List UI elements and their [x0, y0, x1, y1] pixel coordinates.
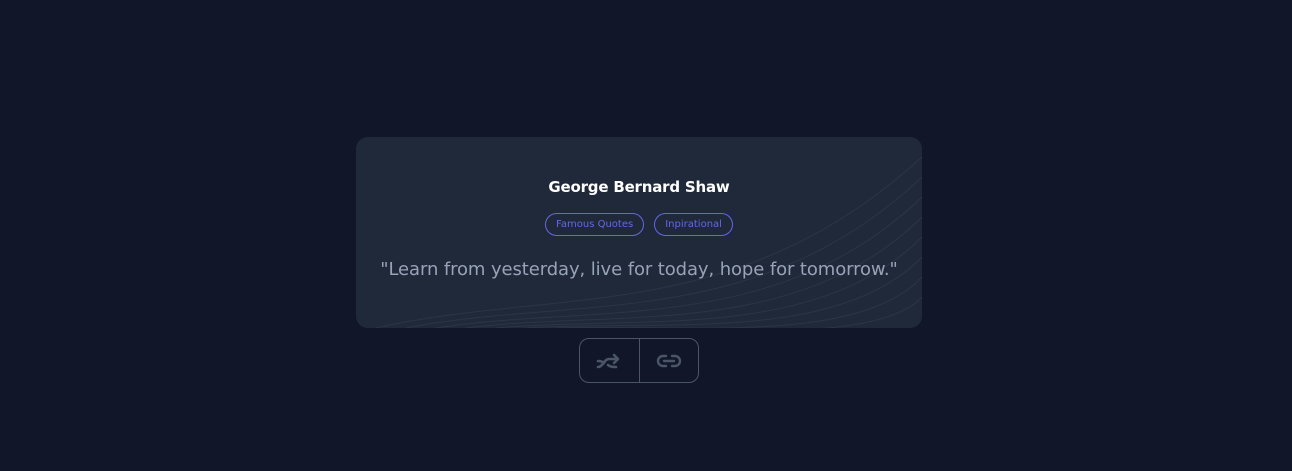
action-bar — [579, 338, 699, 383]
quote-text: "Learn from yesterday, live for today, h… — [380, 259, 898, 280]
copy-link-button[interactable] — [638, 339, 699, 382]
shuffle-icon — [596, 353, 620, 368]
tag-list: Famous Quotes Inpirational — [356, 213, 922, 236]
quote-author: George Bernard Shaw — [548, 178, 730, 196]
tag-famous-quotes[interactable]: Famous Quotes — [545, 213, 645, 236]
random-quote-button[interactable] — [580, 339, 639, 382]
tag-inspirational[interactable]: Inpirational — [654, 213, 733, 236]
quote-card: George Bernard Shaw Famous Quotes Inpira… — [356, 137, 922, 328]
link-icon — [656, 354, 681, 367]
